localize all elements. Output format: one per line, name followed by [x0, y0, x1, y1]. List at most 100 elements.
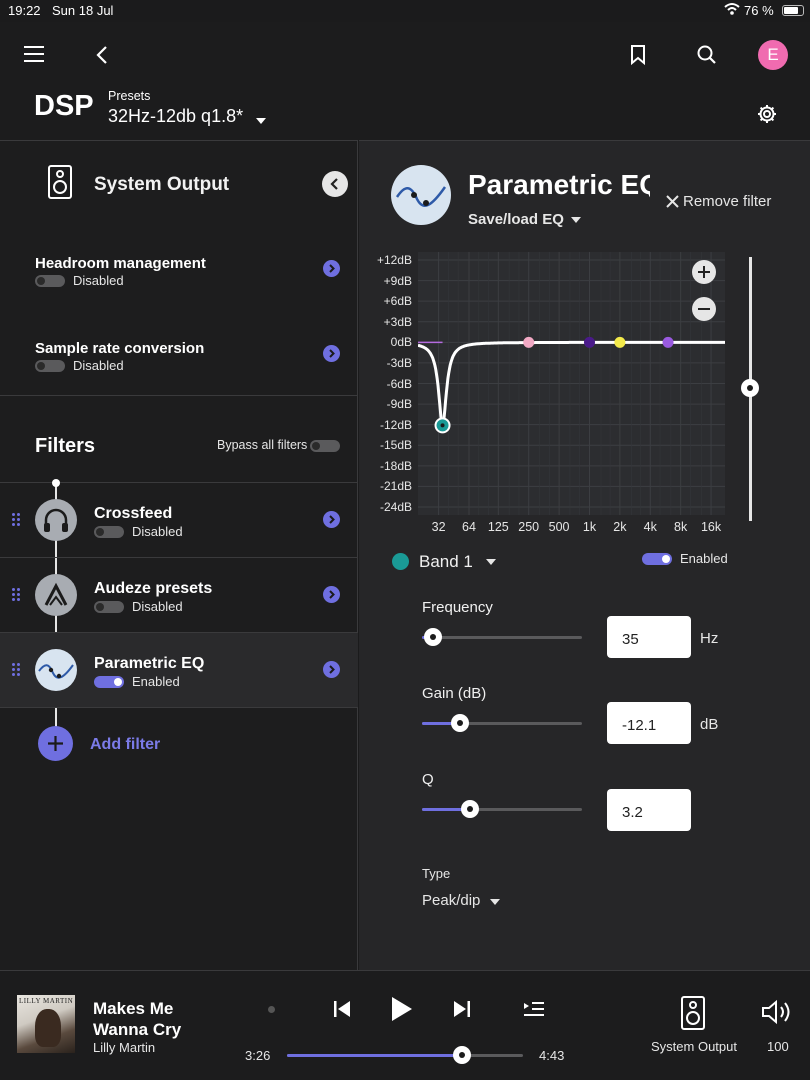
volume-level: 100 [767, 1039, 789, 1054]
sample-rate-row[interactable]: Sample rate conversion Disabled [0, 326, 358, 386]
volume-icon[interactable] [761, 999, 795, 1025]
progress-slider[interactable] [287, 1046, 523, 1064]
zoom-out-button[interactable] [692, 297, 716, 321]
close-icon [666, 195, 679, 208]
track-title-line2: Wanna Cry [93, 1020, 182, 1039]
eq-y-tick-label: -18dB [379, 458, 412, 473]
band-enabled-label: Enabled [680, 551, 728, 566]
add-filter-label[interactable]: Add filter [90, 736, 160, 754]
headroom-status: Disabled [73, 273, 124, 288]
drag-handle-icon[interactable] [12, 663, 22, 677]
band-label: Band 1 [419, 552, 473, 571]
next-track-icon[interactable] [452, 999, 472, 1019]
filter-toggle[interactable] [94, 676, 124, 688]
eq-x-tick-label: 4k [643, 520, 657, 534]
frequency-slider[interactable] [422, 628, 582, 646]
row-divider [0, 707, 358, 708]
filter-row-crossfeed[interactable]: Crossfeed Disabled [0, 483, 358, 557]
menu-icon[interactable] [24, 44, 46, 64]
elapsed-time: 3:26 [245, 1048, 271, 1063]
back-icon[interactable] [94, 44, 110, 66]
queue-icon[interactable] [524, 1001, 544, 1017]
album-art-figure [35, 1009, 61, 1047]
slider-thumb[interactable] [452, 1046, 471, 1064]
q-slider[interactable] [422, 800, 582, 818]
eq-y-tick-label: 0dB [390, 335, 412, 350]
eq-y-tick-label: -21dB [379, 479, 412, 494]
total-time: 4:43 [539, 1048, 565, 1063]
eq-y-tick-label: -3dB [386, 355, 412, 370]
status-time: 19:22 [8, 3, 41, 18]
eq-x-tick-label: 1k [582, 520, 597, 534]
q-input[interactable]: 3.2 [607, 789, 691, 831]
frequency-input[interactable]: 35 [607, 616, 691, 658]
eq-band-point-center [440, 423, 445, 428]
eq-curve-icon [35, 649, 77, 691]
type-dropdown[interactable]: Peak/dip [422, 892, 522, 914]
eq-chart[interactable] [417, 252, 725, 515]
zoom-in-button[interactable] [692, 260, 716, 284]
artist-name[interactable]: Lilly Martin [93, 1040, 155, 1055]
avatar[interactable]: E [758, 40, 788, 70]
frequency-label: Frequency [422, 599, 493, 616]
save-load-dropdown[interactable]: Save/load EQ [468, 211, 581, 229]
q-label: Q [422, 771, 434, 788]
status-bar: 19:22 Sun 18 Jul 76 % [0, 0, 810, 22]
bypass-toggle[interactable] [310, 440, 340, 452]
filter-toggle[interactable] [94, 526, 124, 538]
eq-x-tick-label: 250 [518, 520, 540, 534]
filter-row-audeze[interactable]: Audeze presets Disabled [0, 558, 358, 632]
eq-x-tick-label: 125 [487, 520, 509, 534]
bookmark-icon[interactable] [630, 44, 646, 66]
minus-icon [698, 308, 710, 310]
album-art[interactable]: LILLY MARTIN [17, 995, 75, 1053]
headroom-row[interactable]: Headroom management Disabled [0, 241, 358, 301]
vertical-zoom-thumb[interactable] [741, 379, 759, 397]
speaker-icon[interactable] [681, 996, 705, 1030]
drag-handle-icon[interactable] [12, 588, 22, 602]
add-filter-button[interactable] [38, 726, 73, 761]
headroom-toggle[interactable] [35, 275, 65, 287]
slider-thumb[interactable] [424, 628, 443, 646]
gain-input[interactable]: -12.1 [607, 702, 691, 744]
track-title-line1: Makes Me [93, 999, 174, 1018]
sample-rate-toggle[interactable] [35, 360, 65, 372]
gain-label: Gain (dB) [422, 685, 487, 702]
slider-thumb[interactable] [451, 714, 470, 732]
frequency-unit: Hz [700, 630, 719, 647]
band-dropdown[interactable]: Band 1 [392, 551, 502, 573]
chevron-left-icon [330, 178, 338, 190]
filter-toggle[interactable] [94, 601, 124, 613]
chevron-down-icon [256, 112, 266, 130]
sample-rate-status: Disabled [73, 358, 124, 373]
save-load-label: Save/load EQ [468, 211, 564, 228]
collapse-button[interactable] [322, 171, 348, 197]
status-dot-icon [268, 1006, 275, 1013]
eq-y-tick-label: -24dB [379, 500, 412, 514]
band-enabled-toggle[interactable] [642, 553, 672, 565]
eq-y-tick-label: +3dB [383, 314, 412, 329]
album-art-text: LILLY MARTIN [19, 997, 74, 1005]
battery-icon [782, 5, 804, 16]
eq-y-tick-label: -15dB [379, 438, 412, 453]
filter-row-parametric-eq[interactable]: Parametric EQ Enabled [0, 633, 358, 707]
chevron-right-icon [323, 511, 340, 528]
previous-track-icon[interactable] [332, 999, 352, 1019]
filter-name: Audeze presets [94, 580, 213, 597]
settings-icon[interactable] [756, 103, 778, 125]
eq-chart-area[interactable] [417, 252, 725, 515]
slider-thumb[interactable] [461, 800, 479, 818]
drag-handle-icon[interactable] [12, 513, 22, 527]
plus-icon [48, 736, 63, 751]
preset-dropdown[interactable]: 32Hz-12db q1.8* [108, 106, 266, 128]
search-icon[interactable] [696, 44, 718, 66]
player-bar: LILLY MARTIN Makes Me Wanna Cry Lilly Ma… [0, 970, 810, 1080]
parametric-eq-panel: Parametric EQ Save/load EQ Remove filter… [359, 140, 810, 970]
chevron-down-icon [571, 217, 581, 223]
play-icon[interactable] [389, 995, 415, 1023]
eq-y-tick-label: -9dB [386, 397, 412, 412]
filter-status: Enabled [132, 674, 180, 689]
output-device-label[interactable]: System Output [651, 1039, 737, 1054]
gain-slider[interactable] [422, 714, 582, 732]
filter-chain-panel: System Output Headroom management Disabl… [0, 140, 358, 970]
